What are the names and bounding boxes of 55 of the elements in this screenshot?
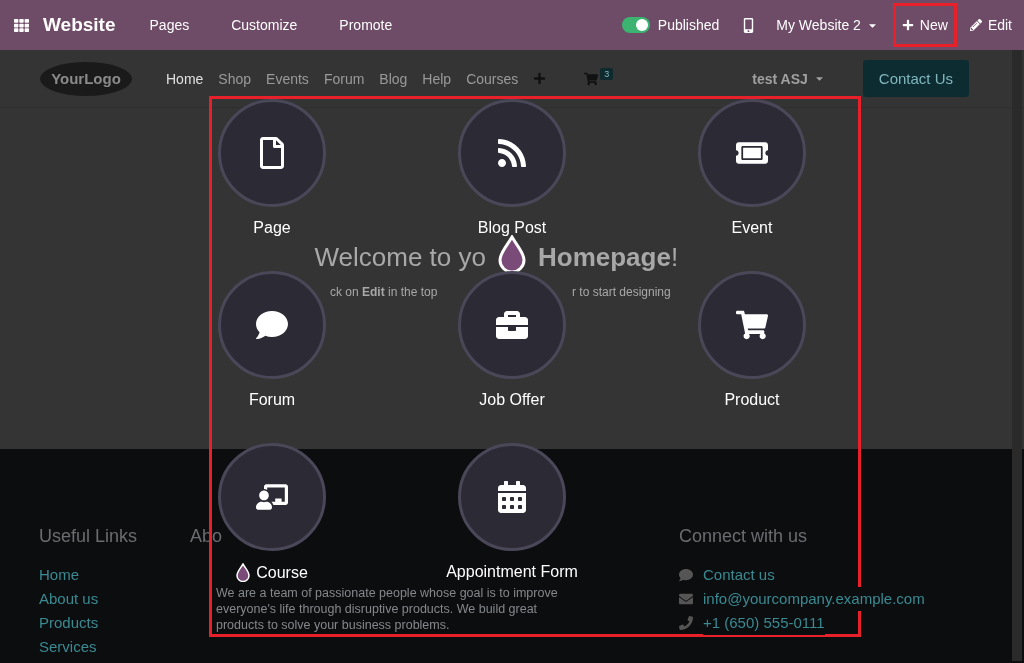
chat-bubble-icon (256, 309, 288, 341)
option-label: Forum (248, 391, 296, 409)
edit-button[interactable]: Edit (969, 17, 1012, 33)
navbar-menu[interactable]: Promote (339, 17, 393, 33)
pencil-icon (969, 19, 982, 31)
option-label: Job Offer (479, 391, 545, 409)
drop-marker-icon (498, 235, 526, 273)
calendar-icon (496, 481, 528, 513)
footer-heading: Connect with us (679, 526, 808, 547)
plus-icon (901, 19, 914, 31)
app-title: Website (43, 14, 116, 36)
site-menu-item[interactable]: Help (422, 70, 452, 87)
published-toggle[interactable] (621, 17, 650, 33)
footer-link[interactable]: Home (39, 563, 79, 587)
option-label: Product (724, 391, 780, 409)
contact-link[interactable]: info@yourcompany.example.com (703, 587, 925, 611)
new-button[interactable]: New (895, 6, 954, 44)
about-text: We are a team of passionate people whose goal is to improve everyone's life through disruptive products. We build great products to solve your business problems. (216, 585, 559, 633)
published-label: Published (657, 17, 720, 33)
user-menu[interactable]: test ASJ (746, 69, 831, 88)
rss-icon (496, 137, 528, 169)
drop-marker-icon (236, 563, 251, 582)
option-label: Page (253, 219, 291, 237)
cart-icon (736, 309, 768, 341)
option-label: Event (731, 219, 773, 237)
site-menu-item[interactable]: Forum (323, 70, 365, 87)
footer-link[interactable]: Products (39, 611, 99, 635)
scrollbar[interactable] (1012, 50, 1022, 661)
footer-link[interactable]: About us (39, 587, 99, 611)
navbar-menu[interactable]: Pages (149, 17, 190, 33)
option-label: Appointment Form (446, 563, 578, 581)
envelope-icon (679, 592, 693, 606)
hero-subtitle: r to start designing (572, 285, 672, 299)
hero-subtitle: ck on Edit in the top (330, 285, 439, 299)
website-switcher[interactable]: My Website 2 (776, 17, 878, 33)
apps-menu-icon[interactable] (14, 17, 29, 33)
site-menu-item[interactable]: Courses (466, 70, 519, 87)
navbar-menu[interactable]: Customize (231, 17, 298, 33)
hero-title: Welcome to yo (314, 242, 486, 273)
contact-us-button[interactable]: Contact Us (862, 60, 969, 97)
site-logo: YourLogo (40, 61, 132, 96)
briefcase-icon (496, 309, 528, 341)
chat-bubble-icon (679, 568, 693, 582)
site-menu-item[interactable]: Blog (379, 70, 408, 87)
footer-link[interactable]: Services (39, 635, 97, 659)
option-label: Course (256, 563, 308, 582)
footer-heading: Useful Links (39, 526, 138, 547)
site-menu-item[interactable]: Events (266, 70, 309, 87)
hero-title: Homepage! (538, 242, 679, 273)
site-menu-item[interactable]: Home (166, 70, 204, 87)
cart-count: 3 (600, 67, 614, 80)
option-label: Blog Post (477, 219, 547, 237)
presenter-icon (256, 481, 288, 513)
site-menu-item[interactable]: Shop (218, 70, 252, 87)
phone-icon (679, 616, 693, 630)
